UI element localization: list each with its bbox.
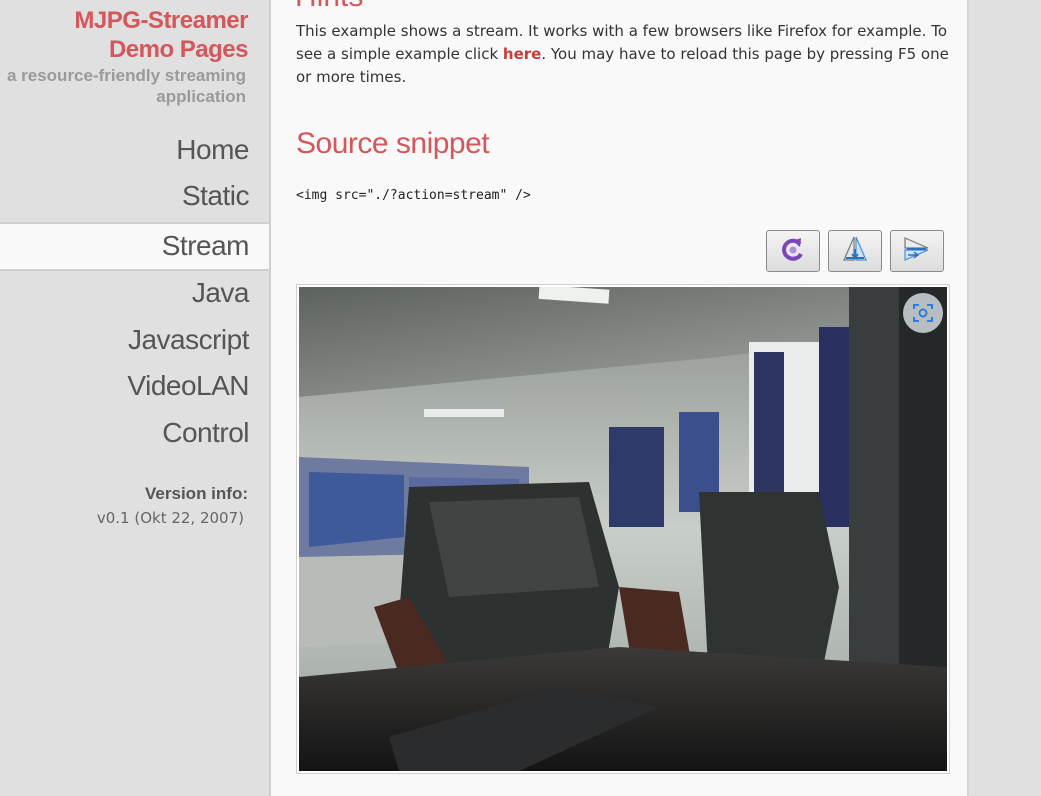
subtitle-line2: application: [156, 87, 246, 106]
nav-java[interactable]: Java: [0, 277, 269, 317]
site-subtitle: a resource-friendly streaming applicatio…: [0, 65, 246, 107]
site-title-line2: Demo Pages: [108, 36, 249, 63]
intro-text: This example shows a stream. It works wi…: [296, 20, 956, 89]
nav-control[interactable]: Control: [0, 417, 269, 457]
here-link[interactable]: here: [503, 45, 541, 63]
flip-horizontal-button[interactable]: [890, 230, 944, 272]
nav-static[interactable]: Static: [0, 180, 269, 220]
right-margin: [969, 0, 1041, 796]
hints-heading: Hints: [295, 0, 363, 14]
sidebar: MJPG-Streamer Demo Pages a resource-frie…: [0, 0, 271, 796]
subtitle-line1: a resource-friendly streaming: [6, 66, 246, 85]
code-snippet: <img src="./?action=stream" />: [296, 188, 531, 203]
nav-javascript[interactable]: Javascript: [0, 324, 269, 364]
stream-image: [296, 284, 950, 774]
site-title-line1: MJPG-Streamer: [74, 7, 248, 34]
screenshot-icon: [911, 301, 935, 325]
source-snippet-heading: Source snippet: [296, 127, 490, 160]
nav-home[interactable]: Home: [0, 134, 269, 174]
screenshot-button[interactable]: [903, 293, 943, 333]
flip-vertical-icon: [840, 234, 870, 268]
rotate-icon: [778, 234, 808, 268]
version-value: v0.1 (Okt 22, 2007): [96, 509, 244, 527]
main-content: Hints This example shows a stream. It wo…: [271, 0, 969, 796]
flip-vertical-button[interactable]: [828, 230, 882, 272]
nav-stream[interactable]: Stream: [0, 222, 269, 271]
nav-videolan[interactable]: VideoLAN: [0, 370, 269, 410]
rotate-button[interactable]: [766, 230, 820, 272]
flip-horizontal-icon: [902, 234, 932, 268]
version-label: Version info:: [145, 484, 248, 503]
